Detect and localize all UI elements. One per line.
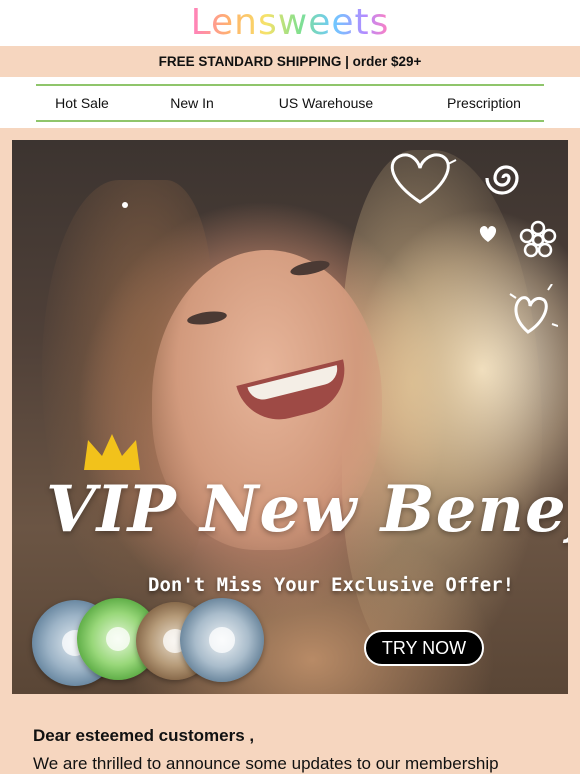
nav-item-prescription[interactable]: Prescription <box>424 95 544 111</box>
small-heart-doodle-icon <box>479 226 497 242</box>
nav-item-new-in[interactable]: New In <box>146 95 238 111</box>
letter-body: Dear esteemed customers , We are thrille… <box>33 726 563 774</box>
try-now-button[interactable]: TRY NOW <box>364 630 484 666</box>
heart-doodle-icon <box>390 153 457 204</box>
heart-sparkle-doodle-icon <box>509 284 558 334</box>
brand-logo[interactable]: Lensweets <box>191 5 390 41</box>
header: Lensweets <box>0 0 580 46</box>
contact-lens-blue-gray-image <box>180 598 264 682</box>
shipping-banner-text: FREE STANDARD SHIPPING | order $29+ <box>158 54 422 69</box>
hero-headline: VIP New Benefit <box>46 472 568 547</box>
shipping-banner: FREE STANDARD SHIPPING | order $29+ <box>0 46 580 77</box>
email-page: Lensweets FREE STANDARD SHIPPING | order… <box>0 0 580 774</box>
hero-subheadline: Don't Miss Your Exclusive Offer! <box>148 574 515 596</box>
nav-item-us-warehouse[interactable]: US Warehouse <box>256 95 396 111</box>
nav-container: Hot Sale New In US Warehouse Prescriptio… <box>0 77 580 128</box>
letter-greeting: Dear esteemed customers , <box>33 726 255 745</box>
sparkle-dot-icon <box>122 202 128 208</box>
letter-paragraph: We are thrilled to announce some updates… <box>33 754 499 773</box>
nav-item-hot-sale[interactable]: Hot Sale <box>36 95 128 111</box>
main-nav: Hot Sale New In US Warehouse Prescriptio… <box>36 83 544 122</box>
crown-icon <box>84 434 140 470</box>
flower-doodle-icon <box>519 220 557 258</box>
spiral-doodle-icon <box>485 165 519 195</box>
hero-banner[interactable]: VIP New Benefit Don't Miss Your Exclusiv… <box>12 140 568 694</box>
